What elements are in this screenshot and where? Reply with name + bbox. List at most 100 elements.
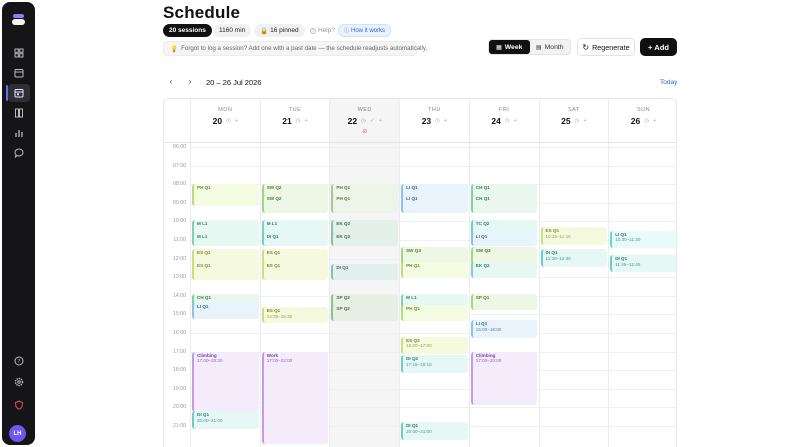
event-time: 17:00–20:30	[197, 358, 223, 364]
calendar-event[interactable]: SW Q2	[261, 195, 329, 213]
event-title: PH Q1	[406, 306, 420, 312]
day-header-wed[interactable]: WED 22 ◷ ✓ + ⊘	[329, 99, 399, 142]
calendar-event[interactable]: SP Q2	[331, 305, 399, 321]
calendar-event[interactable]: DI Q1	[331, 264, 399, 280]
shield-icon[interactable]	[8, 396, 30, 414]
calendar-event[interactable]: ES Q1	[261, 262, 329, 280]
day-more-icon[interactable]: +	[379, 118, 382, 124]
dashboard-icon[interactable]	[8, 44, 30, 62]
regenerate-label: Regenerate	[592, 42, 630, 52]
calendar-event[interactable]: PH Q1	[192, 184, 259, 206]
day-add-icon[interactable]: +	[514, 118, 517, 124]
event-time: 10:15–11:15	[545, 233, 571, 239]
event-time: 17:00–20:00	[475, 358, 502, 364]
day-header-thu[interactable]: THU 23 ◷ +	[399, 99, 469, 142]
prev-week-button[interactable]: ‹	[166, 77, 176, 86]
calendar-event[interactable]: PH Q1	[401, 305, 468, 321]
chart-icon[interactable]	[8, 124, 30, 142]
calendar-event[interactable]: ES Q3 16:00–17:00	[401, 336, 468, 355]
day-add-icon[interactable]: +	[235, 118, 238, 124]
calendar-event[interactable]: ES Q1	[192, 262, 259, 280]
day-add-icon[interactable]: +	[444, 118, 447, 124]
calendar-event[interactable]: PH Q1	[331, 195, 399, 213]
calendar-event[interactable]: ES Q1 10:15–11:15	[540, 226, 608, 245]
day-number: 25	[561, 116, 571, 126]
add-button[interactable]: + Add	[640, 38, 677, 56]
calendar-event[interactable]: DI Q1 20:00–21:00	[192, 411, 259, 429]
day-number: 23	[421, 116, 432, 126]
day-history-icon[interactable]: ◷	[644, 118, 649, 124]
day-add-icon[interactable]: +	[583, 118, 586, 124]
calendar-event[interactable]: CH Q1	[470, 195, 538, 213]
book-icon[interactable]	[8, 104, 30, 122]
month-label: Month	[544, 43, 564, 51]
today-button[interactable]: Today	[660, 79, 677, 86]
hour-label: 06:00	[173, 144, 186, 150]
calendar-event[interactable]: Climbing 17:00–20:00	[470, 351, 538, 405]
day-history-icon[interactable]: ◷	[435, 118, 440, 124]
day-header-sun[interactable]: SUN 26 ◷ +	[608, 99, 676, 142]
calendar-event[interactable]: DI Q2 17:15–18:15	[401, 355, 468, 373]
day-history-icon[interactable]: ◷	[296, 118, 301, 124]
week-view-button[interactable]: ▦ Week	[489, 40, 530, 54]
calendar-event[interactable]: EK Q2	[470, 262, 538, 279]
hour-label: 10:00	[173, 218, 186, 225]
event-title: SP Q2	[336, 294, 350, 300]
calendar-event[interactable]: DI Q1 11:30–12:30	[540, 249, 608, 267]
event-time: 14:30–15:30	[266, 313, 293, 319]
calendar-event[interactable]: EK Q2	[331, 232, 399, 247]
day-add-icon[interactable]: ✓	[370, 118, 375, 124]
day-header-fri[interactable]: FRI 24 ◷ +	[468, 99, 539, 142]
day-divider	[329, 143, 331, 447]
calendar-event[interactable]: SP Q1	[470, 293, 538, 310]
how-it-works-button[interactable]: ⓘ How it works	[338, 24, 392, 37]
calendar-event[interactable]: LI Q1	[192, 303, 259, 319]
day-add-icon[interactable]: +	[653, 118, 656, 124]
calendar-event[interactable]: LI Q1 10:30–11:30	[610, 230, 676, 249]
next-week-button[interactable]: ›	[185, 77, 195, 86]
day-history-icon[interactable]: ◷	[575, 118, 580, 124]
event-title: LI Q1	[406, 196, 418, 202]
chat-icon[interactable]	[8, 144, 30, 162]
calendar-event[interactable]: DI Q1	[261, 232, 329, 247]
calendar-event[interactable]: LI Q1	[470, 232, 538, 247]
event-time: 16:00–17:00	[406, 343, 432, 349]
sessions-badge: 20 sessions	[163, 24, 212, 37]
day-history-icon[interactable]: ◷	[505, 118, 510, 124]
schedule-icon[interactable]	[8, 84, 30, 102]
event-title: SW Q2	[266, 185, 282, 191]
day-divider	[259, 143, 261, 447]
day-history-icon[interactable]: ◷	[361, 118, 366, 124]
day-add-icon[interactable]: +	[305, 118, 308, 124]
calendar-event[interactable]: DI Q1 11:45–12:45	[610, 254, 676, 273]
minutes-badge: 1160 min	[213, 24, 252, 37]
calendar-event[interactable]: ES Q1 14:30–15:30	[261, 306, 329, 323]
calendar-event[interactable]: DI Q1 20:00–21:00	[401, 422, 468, 440]
day-of-week: SAT	[567, 107, 580, 113]
month-view-button[interactable]: ▤ Month	[530, 40, 571, 54]
help-link[interactable]: ? Help?	[310, 27, 335, 34]
day-header-sat[interactable]: SAT 25 ◷ +	[538, 99, 609, 142]
calendar-event[interactable]: M L1	[192, 232, 259, 247]
day-header-mon[interactable]: MON 20 ◷ +	[190, 99, 260, 142]
calendar-event[interactable]: PH Q1	[401, 262, 468, 279]
hour-label: 07:00	[173, 162, 186, 169]
calendar-event[interactable]: LI Q1	[401, 195, 468, 213]
calendar-event[interactable]: LI Q1 15:00–16:00	[470, 319, 538, 338]
help-icon[interactable]: ?	[8, 352, 30, 370]
event-title: PH Q1	[336, 196, 351, 202]
event-time: 15:00–16:00	[475, 326, 502, 332]
app-logo-icon[interactable]	[12, 14, 25, 25]
view-toggle: ▦ Week ▤ Month	[488, 39, 571, 55]
calendar-icon[interactable]	[8, 64, 30, 82]
lightbulb-icon: 💡	[170, 45, 179, 53]
day-number: 21	[282, 116, 292, 126]
settings-icon[interactable]	[8, 373, 30, 391]
day-history-icon[interactable]: ◷	[226, 118, 231, 124]
day-header-tue[interactable]: TUE 21 ◷ +	[259, 99, 330, 142]
hour-label: 12:00	[173, 255, 186, 262]
avatar[interactable]: LH	[9, 425, 26, 442]
regenerate-button[interactable]: ↻ Regenerate	[577, 38, 635, 56]
calendar-event[interactable]: Work 17:00–22:00	[261, 351, 329, 444]
calendar-event[interactable]: Climbing 17:00–20:30	[192, 351, 259, 412]
